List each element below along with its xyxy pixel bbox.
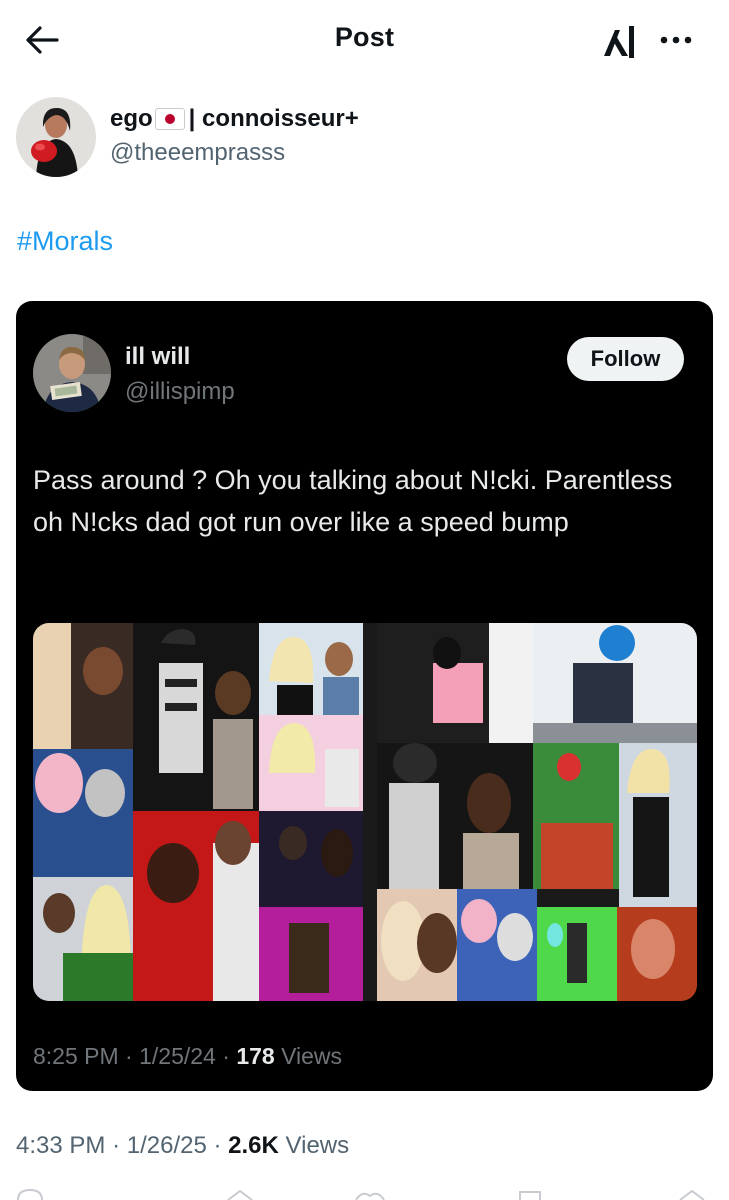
quoted-post[interactable]: ill will @illispimp Follow Pass around ?… xyxy=(16,301,713,1091)
quoted-author-handle[interactable]: @illispimp xyxy=(125,378,235,406)
more-icon xyxy=(660,36,692,44)
author-name[interactable]: ego | connoisseur+ xyxy=(110,105,359,133)
quoted-post-date: 1/25/24 xyxy=(139,1043,216,1069)
meta-separator: · xyxy=(213,1132,229,1159)
quoted-views-count: 178 xyxy=(236,1043,275,1069)
post-author: ego | connoisseur+ @theeemprasss xyxy=(16,97,716,179)
grok-icon xyxy=(604,26,634,58)
follow-button[interactable]: Follow xyxy=(567,337,684,381)
more-button[interactable] xyxy=(654,22,698,58)
post-time: 4:33 PM xyxy=(16,1132,106,1159)
post-views-count: 2.6K xyxy=(228,1132,279,1159)
author-display-name: ego xyxy=(110,105,153,132)
author-name-suffix: | connoisseur+ xyxy=(188,105,359,132)
quoted-post-time: 8:25 PM xyxy=(33,1043,119,1069)
post-views-label[interactable]: Views xyxy=(286,1132,350,1159)
grok-button[interactable] xyxy=(598,22,642,62)
post-meta: 4:33 PM · 1/26/25 · 2.6K Views xyxy=(16,1132,349,1160)
meta-separator: · xyxy=(125,1043,140,1069)
author-handle[interactable]: @theeemprasss xyxy=(110,139,285,167)
hashtag-link[interactable]: #Morals xyxy=(17,226,113,257)
post-date: 1/26/25 xyxy=(126,1132,207,1159)
quoted-avatar[interactable] xyxy=(33,334,111,412)
collage-image[interactable] xyxy=(33,623,697,1001)
quoted-post-meta: 8:25 PM · 1/25/24 · 178 Views xyxy=(33,1043,342,1070)
action-bar xyxy=(0,1186,729,1200)
japan-flag-icon xyxy=(154,108,185,130)
quoted-views-label: Views xyxy=(281,1043,343,1069)
avatar[interactable] xyxy=(16,97,96,177)
meta-separator: · xyxy=(222,1043,237,1069)
quoted-post-text: Pass around ? Oh you talking about N!cki… xyxy=(33,465,673,537)
quoted-author-name[interactable]: ill will xyxy=(125,343,190,371)
meta-separator: · xyxy=(112,1132,127,1159)
top-bar: Post xyxy=(0,0,729,78)
